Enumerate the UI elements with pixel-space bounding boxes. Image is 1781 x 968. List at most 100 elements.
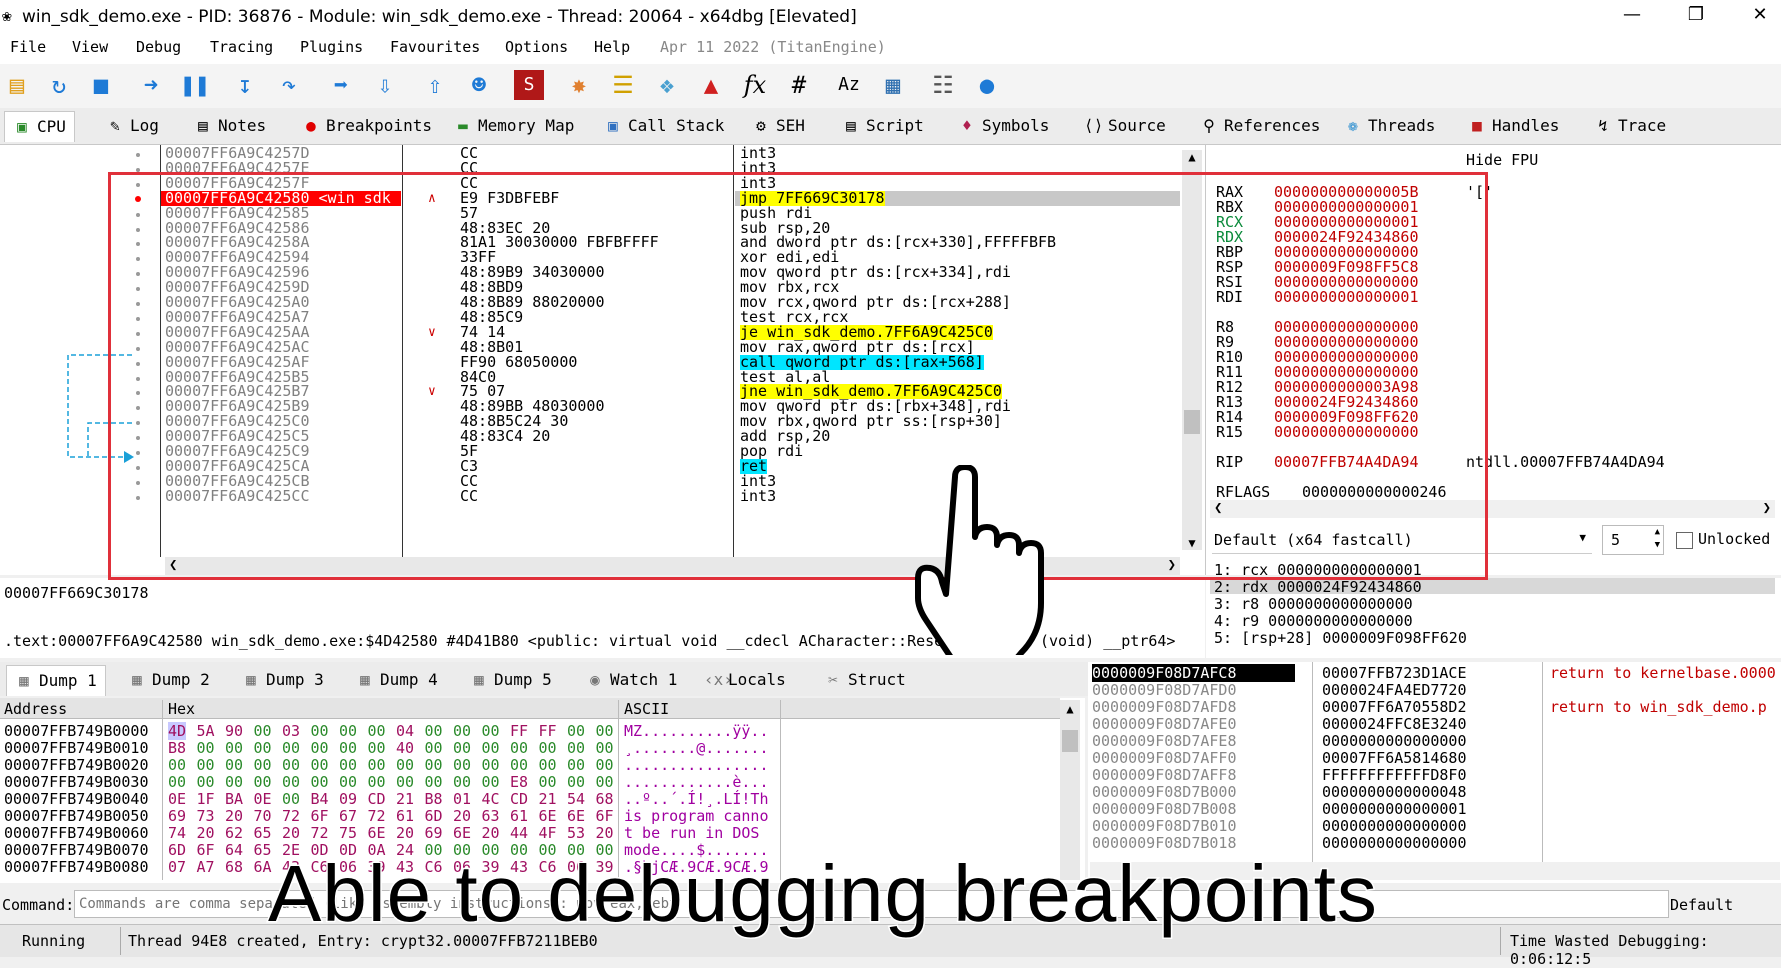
dump-byte[interactable]: 61 [396, 807, 414, 825]
command-mode-select[interactable]: Default [1670, 896, 1733, 914]
dump-byte[interactable]: 1F [197, 790, 215, 808]
dump-byte[interactable]: 03 [282, 722, 300, 740]
scroll-right-icon[interactable]: ❯ [1763, 500, 1771, 516]
dump-byte[interactable]: 00 [596, 739, 614, 757]
bookmark-icon[interactable]: ▲ [696, 70, 726, 100]
tab-memory-map[interactable]: ▬ Memory Map [446, 111, 582, 141]
dump-byte[interactable]: 20 [453, 807, 471, 825]
dump-byte[interactable]: 00 [197, 773, 215, 791]
stop-icon[interactable]: ■ [86, 70, 116, 100]
menu-file[interactable]: File [10, 38, 46, 56]
tab-dump-3[interactable]: ▦ Dump 3 [234, 665, 332, 695]
argument-row[interactable]: 3: r8 0000000000000000 [1214, 595, 1413, 613]
dump-byte[interactable]: 75 [339, 824, 357, 842]
dump-byte[interactable]: 6F [311, 807, 329, 825]
script-icon[interactable]: S [514, 70, 544, 100]
dump-byte[interactable]: 07 [168, 858, 186, 876]
dump-byte[interactable]: 72 [368, 807, 386, 825]
dump-byte[interactable]: 00 [311, 756, 329, 774]
trace-over-icon[interactable]: ⇩ [370, 70, 400, 100]
dump-byte[interactable]: 54 [567, 790, 585, 808]
dump-byte[interactable]: 00 [482, 722, 500, 740]
tab-dump-4[interactable]: ▦ Dump 4 [348, 665, 446, 695]
dump-byte[interactable]: 00 [254, 739, 272, 757]
menu-tracing[interactable]: Tracing [210, 38, 273, 56]
label-icon[interactable]: ❖ [652, 70, 682, 100]
dump-byte[interactable]: 00 [539, 739, 557, 757]
dump-row[interactable]: 00007FFB749B0030 00 00 00 00 00 00 00 00 00 00 00 00… [0, 773, 1060, 791]
stack-row[interactable]: 0000009F08D7AFC8 00007FFB723D1ACE return t… [1088, 664, 1778, 682]
restart-icon[interactable]: ↻ [44, 70, 74, 100]
calculator-icon[interactable]: ▦ [878, 70, 908, 100]
tab-script[interactable]: ▤ Script [834, 111, 932, 141]
dump-byte[interactable]: FF [539, 722, 557, 740]
pause-icon[interactable]: ❚❚ [180, 70, 210, 100]
font-icon[interactable]: Az [834, 70, 864, 100]
dump-byte[interactable]: 00 [368, 739, 386, 757]
scroll-up-icon[interactable]: ▲ [1060, 702, 1080, 716]
dump-byte[interactable]: 21 [539, 790, 557, 808]
tab-dump-5[interactable]: ▦ Dump 5 [462, 665, 560, 695]
dump-byte[interactable]: 00 [453, 722, 471, 740]
dump-byte[interactable]: 00 [453, 756, 471, 774]
dump-byte[interactable]: 00 [311, 739, 329, 757]
dump-byte[interactable]: 00 [225, 739, 243, 757]
dump-byte[interactable]: 00 [425, 773, 443, 791]
dump-byte[interactable]: 20 [596, 824, 614, 842]
dump-byte[interactable]: E8 [510, 773, 528, 791]
scroll-thumb[interactable] [1062, 730, 1078, 752]
dump-byte[interactable]: 00 [197, 739, 215, 757]
stack-row[interactable]: 0000009F08D7AFF0 00007FF6A5814680 [1088, 749, 1778, 767]
stack-row[interactable]: 0000009F08D7AFE8 0000000000000000 [1088, 732, 1778, 750]
stack-row[interactable]: 0000009F08D7B000 0000000000000048 [1088, 783, 1778, 801]
dump-byte[interactable]: 00 [482, 756, 500, 774]
dump-byte[interactable]: 72 [311, 824, 329, 842]
stack-row[interactable]: 0000009F08D7B008 0000000000000001 [1088, 800, 1778, 818]
dump-byte[interactable]: 73 [197, 807, 215, 825]
dump-byte[interactable]: CD [510, 790, 528, 808]
arg-count-spinbox[interactable]: 5 ▲ ▼ [1602, 525, 1664, 555]
dump-byte[interactable]: 68 [225, 858, 243, 876]
dump-byte[interactable]: 00 [567, 722, 585, 740]
tab-threads[interactable]: ❁ Threads [1336, 111, 1443, 141]
dump-byte[interactable]: 00 [282, 773, 300, 791]
dump-byte[interactable]: 00 [254, 773, 272, 791]
dump-byte[interactable]: 40 [396, 739, 414, 757]
dump-byte[interactable]: 20 [197, 824, 215, 842]
dump-byte[interactable]: 6E [539, 807, 557, 825]
unlocked-checkbox[interactable] [1676, 532, 1693, 549]
stack-row[interactable]: 0000009F08D7B010 0000000000000000 [1088, 817, 1778, 835]
dump-byte[interactable]: 00 [539, 756, 557, 774]
dump-byte[interactable]: 44 [510, 824, 528, 842]
function-icon[interactable]: fx [740, 70, 770, 100]
stack-row[interactable]: 0000009F08D7AFF8 FFFFFFFFFFFFD8F0 [1088, 766, 1778, 784]
dump-byte[interactable]: 00 [425, 722, 443, 740]
scroll-up-icon[interactable]: ▲ [1182, 150, 1202, 164]
tab-symbols[interactable]: ♦ Symbols [950, 111, 1057, 141]
tab-trace[interactable]: ↯ Trace [1586, 111, 1674, 141]
dump-byte[interactable]: 00 [596, 773, 614, 791]
tab-notes[interactable]: ▤ Notes [186, 111, 274, 141]
dump-row[interactable]: 00007FFB749B0000 4D 5A 90 00 03 00 00 00 04 00 00 00… [0, 722, 1060, 740]
dump-byte[interactable]: 00 [453, 773, 471, 791]
dump-byte[interactable]: 00 [596, 722, 614, 740]
dump-byte[interactable]: 20 [225, 807, 243, 825]
dump-byte[interactable]: 64 [225, 841, 243, 859]
tab-struct[interactable]: ✂ Struct [816, 665, 914, 695]
dump-byte[interactable]: 00 [282, 790, 300, 808]
menu-plugins[interactable]: Plugins [300, 38, 363, 56]
dump-byte[interactable]: B8 [168, 739, 186, 757]
dump-byte[interactable]: 90 [225, 722, 243, 740]
dump-byte[interactable]: 21 [396, 790, 414, 808]
tab-breakpoints[interactable]: ● Breakpoints [294, 111, 440, 141]
tab-references[interactable]: ⚲ References [1192, 111, 1328, 141]
dump-byte[interactable]: 6F [197, 841, 215, 859]
dump-byte[interactable]: 00 [482, 773, 500, 791]
dump-byte[interactable]: 20 [396, 824, 414, 842]
dump-byte[interactable]: 0E [168, 790, 186, 808]
dump-byte[interactable]: 6F [596, 807, 614, 825]
dump-byte[interactable]: 00 [311, 773, 329, 791]
stack-row[interactable]: 0000009F08D7AFE0 0000024FFC8E3240 [1088, 715, 1778, 733]
tab-seh[interactable]: ⚙ SEH [744, 111, 813, 141]
dump-byte[interactable]: 20 [282, 824, 300, 842]
